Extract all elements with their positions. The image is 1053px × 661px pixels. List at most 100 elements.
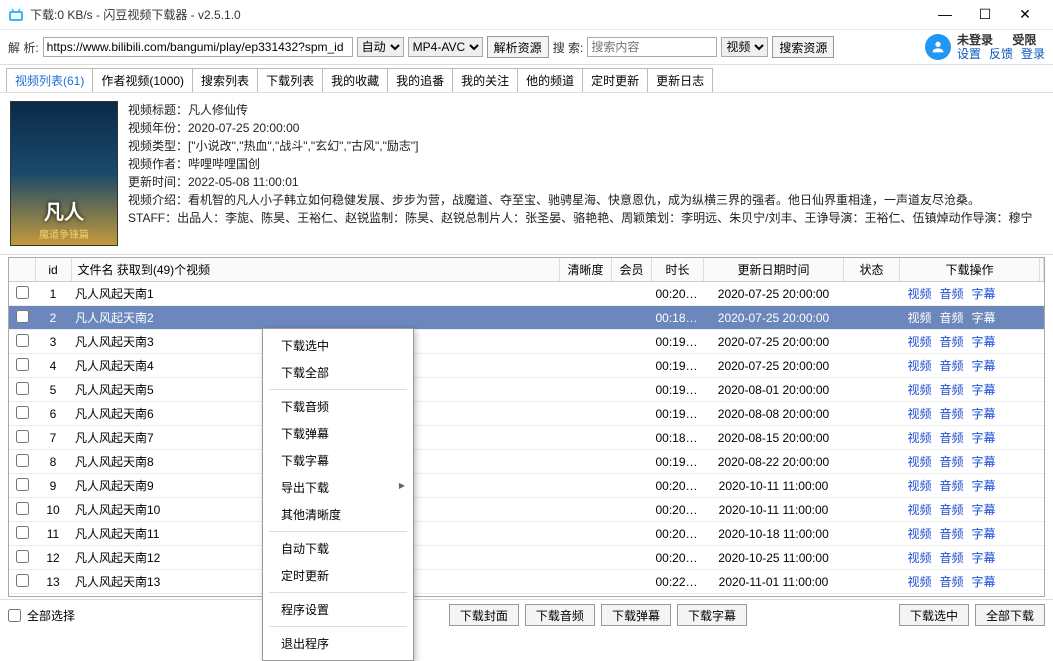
feedback-link[interactable]: 反馈: [989, 47, 1013, 61]
op-subtitle[interactable]: 字幕: [972, 455, 996, 469]
tab-2[interactable]: 搜索列表: [192, 68, 258, 92]
op-subtitle[interactable]: 字幕: [972, 335, 996, 349]
op-video[interactable]: 视频: [908, 479, 932, 493]
op-audio[interactable]: 音频: [940, 431, 964, 445]
op-video[interactable]: 视频: [908, 335, 932, 349]
op-audio[interactable]: 音频: [940, 335, 964, 349]
op-audio[interactable]: 音频: [940, 503, 964, 517]
minimize-button[interactable]: —: [925, 6, 965, 23]
menu-item[interactable]: 程序设置: [263, 596, 413, 623]
op-audio[interactable]: 音频: [940, 407, 964, 421]
menu-item[interactable]: 退出程序: [263, 630, 413, 657]
parse-button[interactable]: 解析资源: [487, 36, 549, 58]
table-row[interactable]: 8凡人风起天南800:19:112020-08-22 20:00:00视频音频字…: [9, 450, 1044, 474]
op-subtitle[interactable]: 字幕: [972, 287, 996, 301]
op-audio[interactable]: 音频: [940, 551, 964, 565]
table-row[interactable]: 13凡人风起天南1300:22:042020-11-01 11:00:00视频音…: [9, 570, 1044, 594]
mode-select[interactable]: 自动: [357, 37, 404, 57]
context-menu[interactable]: 下载选中下载全部下载音频下载弹幕下载字幕导出下载其他清晰度自动下载定时更新程序设…: [262, 328, 414, 661]
close-button[interactable]: ✕: [1005, 6, 1045, 23]
op-subtitle[interactable]: 字幕: [972, 383, 996, 397]
row-checkbox[interactable]: [16, 526, 29, 539]
op-audio[interactable]: 音频: [940, 527, 964, 541]
search-type-select[interactable]: 视频: [721, 37, 768, 57]
table-row[interactable]: 12凡人风起天南1200:20:242020-10-25 11:00:00视频音…: [9, 546, 1044, 570]
col-status[interactable]: 状态: [844, 258, 900, 282]
login-link[interactable]: 登录: [1021, 47, 1045, 61]
op-audio[interactable]: 音频: [940, 359, 964, 373]
row-checkbox[interactable]: [16, 502, 29, 515]
op-video[interactable]: 视频: [908, 311, 932, 325]
download-subtitle-button[interactable]: 下载字幕: [677, 604, 747, 626]
menu-item[interactable]: 下载弹幕: [263, 420, 413, 447]
menu-item[interactable]: 下载选中: [263, 332, 413, 359]
op-video[interactable]: 视频: [908, 551, 932, 565]
menu-item[interactable]: 导出下载: [263, 474, 413, 501]
download-cover-button[interactable]: 下载封面: [449, 604, 519, 626]
avatar[interactable]: [925, 34, 951, 60]
op-subtitle[interactable]: 字幕: [972, 503, 996, 517]
maximize-button[interactable]: ☐: [965, 6, 1005, 23]
op-video[interactable]: 视频: [908, 575, 932, 589]
op-subtitle[interactable]: 字幕: [972, 431, 996, 445]
row-checkbox[interactable]: [16, 334, 29, 347]
row-checkbox[interactable]: [16, 358, 29, 371]
op-audio[interactable]: 音频: [940, 287, 964, 301]
op-audio[interactable]: 音频: [940, 455, 964, 469]
row-checkbox[interactable]: [16, 310, 29, 323]
op-subtitle[interactable]: 字幕: [972, 575, 996, 589]
tab-8[interactable]: 定时更新: [582, 68, 648, 92]
menu-item[interactable]: 下载全部: [263, 359, 413, 386]
table-row[interactable]: 6凡人风起天南600:19:592020-08-08 20:00:00视频音频字…: [9, 402, 1044, 426]
download-audio-button[interactable]: 下载音频: [525, 604, 595, 626]
col-ops[interactable]: 下载操作: [900, 258, 1040, 282]
op-video[interactable]: 视频: [908, 503, 932, 517]
tab-6[interactable]: 我的关注: [452, 68, 518, 92]
row-checkbox[interactable]: [16, 478, 29, 491]
table-row[interactable]: 7凡人风起天南700:18:142020-08-15 20:00:00视频音频字…: [9, 426, 1044, 450]
col-quality[interactable]: 清晰度: [560, 258, 612, 282]
op-audio[interactable]: 音频: [940, 575, 964, 589]
col-vip[interactable]: 会员: [612, 258, 652, 282]
tab-9[interactable]: 更新日志: [647, 68, 713, 92]
col-date[interactable]: 更新日期时间: [704, 258, 844, 282]
menu-item[interactable]: 定时更新: [263, 562, 413, 589]
row-checkbox[interactable]: [16, 286, 29, 299]
col-duration[interactable]: 时长: [652, 258, 704, 282]
search-input[interactable]: [587, 37, 717, 57]
row-checkbox[interactable]: [16, 454, 29, 467]
row-checkbox[interactable]: [16, 574, 29, 587]
row-checkbox[interactable]: [16, 550, 29, 563]
op-video[interactable]: 视频: [908, 407, 932, 421]
op-subtitle[interactable]: 字幕: [972, 479, 996, 493]
op-video[interactable]: 视频: [908, 527, 932, 541]
tab-1[interactable]: 作者视频(1000): [92, 68, 193, 92]
op-subtitle[interactable]: 字幕: [972, 311, 996, 325]
table-row[interactable]: 9凡人风起天南900:20:242020-10-11 11:00:00视频音频字…: [9, 474, 1044, 498]
menu-item[interactable]: 其他清晰度: [263, 501, 413, 528]
settings-link[interactable]: 设置: [957, 47, 981, 61]
op-video[interactable]: 视频: [908, 359, 932, 373]
format-select[interactable]: MP4-AVC: [408, 37, 483, 57]
op-subtitle[interactable]: 字幕: [972, 359, 996, 373]
select-all-checkbox[interactable]: [8, 609, 21, 622]
table-row[interactable]: 3凡人风起天南300:19:162020-07-25 20:00:00视频音频字…: [9, 330, 1044, 354]
row-checkbox[interactable]: [16, 430, 29, 443]
tab-3[interactable]: 下载列表: [257, 68, 323, 92]
tab-5[interactable]: 我的追番: [387, 68, 453, 92]
url-input[interactable]: [43, 37, 353, 57]
table-row[interactable]: 1凡人风起天南100:20:492020-07-25 20:00:00视频音频字…: [9, 282, 1044, 306]
row-checkbox[interactable]: [16, 406, 29, 419]
row-checkbox[interactable]: [16, 382, 29, 395]
op-video[interactable]: 视频: [908, 455, 932, 469]
download-selected-button[interactable]: 下载选中: [899, 604, 969, 626]
tab-0[interactable]: 视频列表(61): [6, 68, 93, 92]
table-row[interactable]: 11凡人风起天南1100:20:342020-10-18 11:00:00视频音…: [9, 522, 1044, 546]
menu-item[interactable]: 自动下载: [263, 535, 413, 562]
op-subtitle[interactable]: 字幕: [972, 527, 996, 541]
col-id[interactable]: id: [35, 258, 71, 282]
table-row[interactable]: 5凡人风起天南500:19:442020-08-01 20:00:00视频音频字…: [9, 378, 1044, 402]
op-subtitle[interactable]: 字幕: [972, 551, 996, 565]
download-all-button[interactable]: 全部下载: [975, 604, 1045, 626]
tab-7[interactable]: 他的频道: [517, 68, 583, 92]
